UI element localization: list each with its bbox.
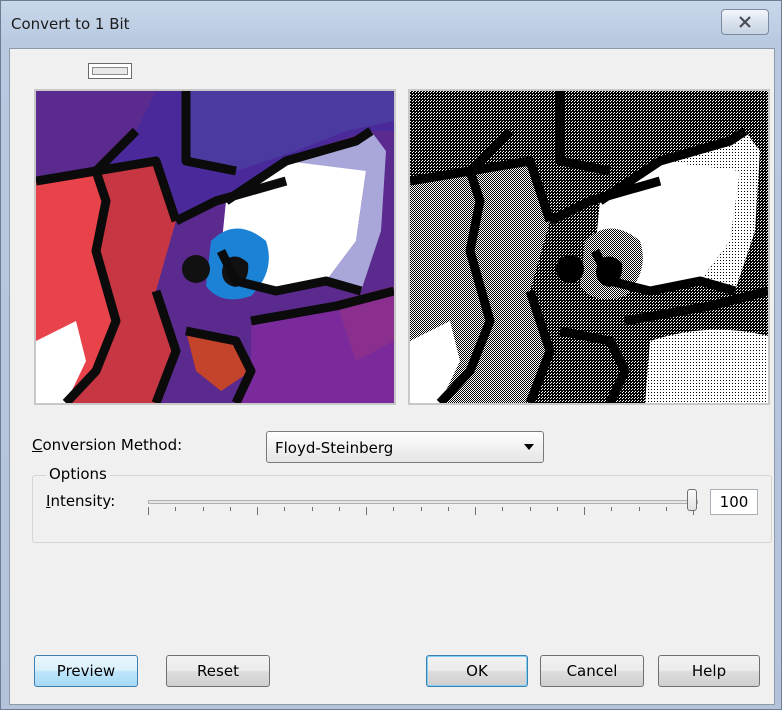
slider-tick bbox=[175, 507, 176, 511]
slider-tick bbox=[230, 507, 231, 511]
help-button[interactable]: Help bbox=[658, 655, 760, 687]
conversion-method-value: Floyd-Steinberg bbox=[275, 439, 394, 457]
slider-tick bbox=[530, 507, 531, 511]
slider-tick bbox=[203, 507, 204, 511]
slider-tick bbox=[448, 507, 449, 511]
cancel-button[interactable]: Cancel bbox=[540, 655, 644, 687]
dialog-window: Convert to 1 Bit Conversion Method: Floy… bbox=[0, 0, 782, 710]
options-group-title: Options bbox=[46, 465, 110, 483]
slider-tick bbox=[611, 507, 612, 511]
ok-button[interactable]: OK bbox=[426, 655, 528, 687]
close-icon bbox=[739, 16, 751, 28]
slider-tick bbox=[502, 507, 503, 511]
slider-tick bbox=[639, 507, 640, 511]
chevron-down-icon bbox=[524, 444, 534, 450]
intensity-slider-track[interactable] bbox=[148, 500, 698, 504]
slider-tick bbox=[421, 507, 422, 511]
slider-tick bbox=[393, 507, 394, 511]
close-button[interactable] bbox=[721, 9, 769, 35]
intensity-slider-thumb[interactable] bbox=[687, 489, 697, 511]
slider-tick bbox=[475, 507, 476, 515]
options-group bbox=[32, 475, 772, 543]
slider-tick bbox=[148, 507, 149, 515]
slider-tick bbox=[666, 507, 667, 511]
converted-preview-image bbox=[408, 89, 770, 405]
slider-tick bbox=[366, 507, 367, 515]
original-preview-image bbox=[34, 89, 396, 405]
slider-tick bbox=[557, 507, 558, 511]
intensity-value-field[interactable]: 100 bbox=[710, 489, 758, 515]
slider-tick bbox=[312, 507, 313, 511]
preview-button[interactable]: Preview bbox=[34, 655, 138, 687]
conversion-method-select[interactable]: Floyd-Steinberg bbox=[266, 431, 544, 463]
preview-toggle-icon[interactable] bbox=[88, 63, 132, 79]
slider-tick bbox=[584, 507, 585, 515]
title-bar[interactable]: Convert to 1 Bit bbox=[1, 1, 782, 49]
reset-button[interactable]: Reset bbox=[166, 655, 270, 687]
slider-tick bbox=[284, 507, 285, 511]
intensity-label: Intensity: bbox=[46, 492, 116, 510]
slider-tick bbox=[339, 507, 340, 511]
window-title: Convert to 1 Bit bbox=[11, 15, 130, 33]
conversion-method-label: Conversion Method: bbox=[32, 436, 183, 454]
slider-tick bbox=[257, 507, 258, 515]
dialog-client-area: Conversion Method: Floyd-Steinberg Optio… bbox=[9, 48, 775, 705]
